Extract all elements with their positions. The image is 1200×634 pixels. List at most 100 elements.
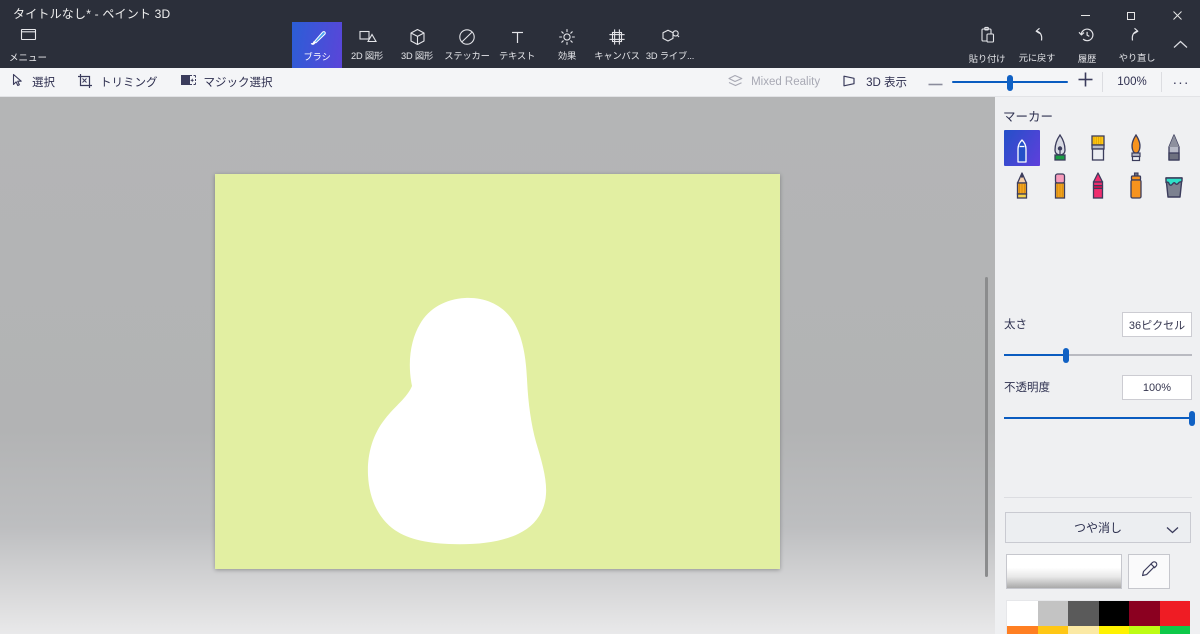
brush-pixel-pen[interactable] [1156, 130, 1192, 166]
crop-tool-button[interactable]: トリミング [66, 68, 169, 97]
brush-icon [308, 28, 327, 47]
mixed-reality-button[interactable]: Mixed Reality [716, 68, 831, 97]
menu-window-icon [20, 27, 37, 47]
zoom-control [918, 68, 1102, 97]
zoom-slider-thumb[interactable] [1007, 74, 1013, 91]
canvas-vertical-scrollbar[interactable] [985, 277, 988, 577]
crayon-icon [1088, 171, 1108, 201]
tab-text[interactable]: テキスト [492, 22, 542, 68]
undo-button[interactable]: 元に戻す [1012, 22, 1062, 68]
pixel-pen-icon [1164, 133, 1184, 163]
tab-label: 3D 図形 [400, 51, 434, 61]
select-tool-button[interactable]: 選択 [0, 68, 66, 97]
tab-brushes[interactable]: ブラシ [292, 22, 342, 68]
drawing-canvas[interactable] [215, 174, 780, 569]
tab-2d-shapes[interactable]: 2D 図形 [342, 22, 392, 68]
color-swatch[interactable] [1037, 626, 1068, 634]
fill-bucket-icon [1162, 172, 1186, 200]
effects-icon [558, 28, 576, 46]
tab-3d-library[interactable]: 3D ライブ... [642, 22, 698, 68]
view-3d-button[interactable]: 3D 表示 [831, 68, 918, 97]
slider-fill [1004, 354, 1067, 356]
menu-label: メニュー [8, 52, 47, 64]
magic-select-label: マジック選択 [203, 77, 273, 89]
ellipsis-icon: ··· [1172, 74, 1190, 90]
more-options-button[interactable]: ··· [1162, 68, 1200, 97]
tab-label: テキスト [498, 50, 536, 61]
tab-label: ブラシ [303, 51, 331, 62]
color-swatch[interactable] [1098, 626, 1129, 634]
color-palette [1006, 600, 1190, 634]
magic-select-button[interactable]: マジック選択 [169, 68, 284, 97]
tab-stickers[interactable]: ステッカー [442, 22, 492, 68]
brush-watercolor[interactable] [1118, 130, 1154, 166]
color-swatch[interactable] [1007, 626, 1038, 634]
brush-crayon[interactable] [1080, 168, 1116, 204]
mixed-reality-icon [727, 73, 744, 91]
panel-divider [1004, 497, 1192, 498]
brush-spray-can[interactable] [1118, 168, 1154, 204]
history-button[interactable]: 履歴 [1062, 22, 1112, 68]
tab-label: 効果 [557, 51, 577, 61]
tab-label: ステッカー [444, 51, 490, 61]
brush-calligraphy-pen[interactable] [1042, 130, 1078, 166]
opacity-slider[interactable] [1004, 411, 1195, 426]
color-swatch[interactable] [1068, 601, 1099, 626]
tab-canvas[interactable]: キャンバス [592, 22, 642, 68]
brush-marker[interactable] [1004, 130, 1040, 166]
action-label: 貼り付け [968, 53, 1006, 64]
color-swatch[interactable] [1129, 626, 1160, 634]
window-title: タイトルなし* - ペイント 3D [13, 7, 171, 21]
title-actions: 貼り付け 元に戻す 履歴 やり直し [962, 22, 1162, 68]
color-swatch[interactable] [1007, 601, 1038, 626]
redo-button[interactable]: やり直し [1112, 22, 1162, 68]
opacity-value[interactable]: 100% [1122, 375, 1192, 400]
brush-eraser[interactable] [1042, 168, 1078, 204]
text-icon [509, 29, 526, 46]
zoom-in-button[interactable] [1068, 68, 1102, 97]
tab-3d-shapes[interactable]: 3D 図形 [392, 22, 442, 68]
history-icon [1078, 26, 1096, 49]
redo-icon [1128, 26, 1146, 48]
color-swatch[interactable] [1159, 626, 1190, 634]
action-label: やり直し [1118, 53, 1156, 63]
thickness-value[interactable]: 36ピクセル [1122, 312, 1192, 337]
magic-select-icon [180, 73, 197, 91]
tab-label: 2D 図形 [350, 50, 384, 61]
paste-icon [979, 26, 996, 49]
color-swatch[interactable] [1037, 601, 1068, 626]
brush-panel: マーカー 太さ 36ピクセル 不透明度 100% つや消し [995, 97, 1200, 634]
workspace[interactable] [0, 97, 995, 634]
material-dropdown[interactable]: つや消し [1005, 512, 1191, 543]
brush-oil[interactable] [1080, 130, 1116, 166]
brush-pencil[interactable] [1004, 168, 1040, 204]
menu-button[interactable]: メニュー [6, 24, 50, 66]
shapes-3d-icon [409, 28, 426, 46]
thickness-slider-thumb[interactable] [1063, 348, 1070, 363]
zoom-out-button[interactable] [918, 68, 952, 97]
eyedropper-icon [1140, 560, 1159, 584]
thickness-slider[interactable] [1004, 348, 1192, 363]
marker-brush-icon [1009, 133, 1035, 163]
cursor-select-icon [11, 73, 25, 91]
collapse-ribbon-button[interactable] [1162, 22, 1198, 68]
opacity-slider-thumb[interactable] [1189, 411, 1195, 426]
view-3d-icon [842, 74, 859, 91]
zoom-slider[interactable] [952, 68, 1068, 97]
opacity-label: 不透明度 [1004, 382, 1050, 394]
color-swatch[interactable] [1098, 601, 1129, 626]
material-label: つや消し [1073, 521, 1122, 535]
color-swatch[interactable] [1159, 601, 1190, 626]
color-swatch[interactable] [1129, 601, 1160, 626]
paste-button[interactable]: 貼り付け [962, 22, 1012, 68]
opacity-control: 不透明度 100% [1004, 375, 1195, 427]
current-color-swatch[interactable] [1006, 554, 1122, 589]
tab-effects[interactable]: 効果 [542, 22, 592, 68]
paint3d-window: タイトルなし* - ペイント 3D メニュー ブラシ 2D 図形 3D 図形 ス… [0, 0, 1200, 634]
oil-brush-icon [1087, 133, 1109, 163]
color-swatch[interactable] [1068, 626, 1099, 634]
eyedropper-button[interactable] [1128, 554, 1170, 589]
crop-tool-label: トリミング [100, 77, 158, 89]
chevron-down-icon [1166, 523, 1179, 537]
brush-fill-bucket[interactable] [1156, 168, 1192, 204]
